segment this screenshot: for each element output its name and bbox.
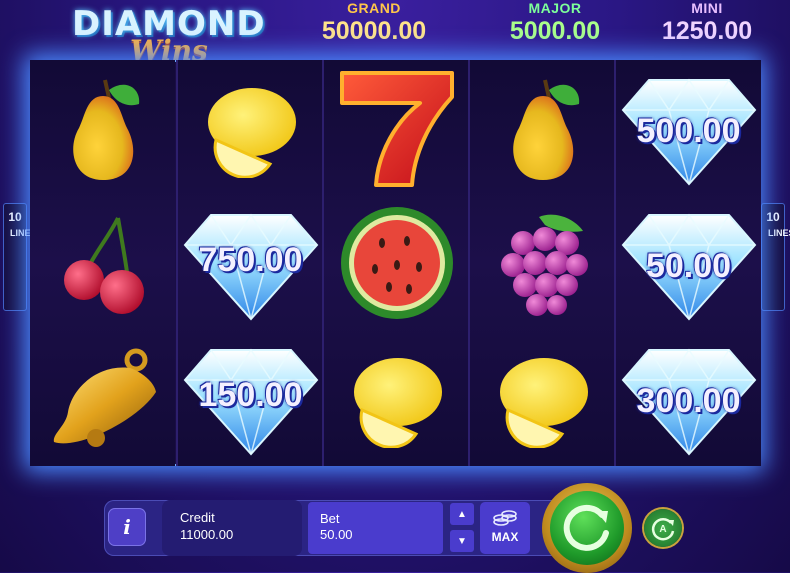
arrow-up-icon: ▲ xyxy=(457,508,467,520)
arrow-down-icon: ▼ xyxy=(457,535,467,547)
jackpot-mini-value: 1250.00 xyxy=(661,17,753,45)
autoplay-icon: A xyxy=(651,518,675,541)
reel-4 xyxy=(468,60,615,466)
reel-1 xyxy=(30,60,175,466)
reel-5: 500.00 50.00 300.00 xyxy=(614,60,761,466)
lines-word: LINES xyxy=(768,228,790,238)
jackpot-mini-label: MINI xyxy=(691,0,723,16)
cherries-icon xyxy=(30,195,175,330)
lines-count: 10 xyxy=(766,210,780,224)
seven-icon xyxy=(324,60,469,195)
diamond-icon: 150.00 xyxy=(178,330,323,465)
credit-value: 11000.00 xyxy=(180,527,234,542)
lines-count: 10 xyxy=(8,210,22,224)
coins-icon xyxy=(480,508,530,528)
jackpot-major-value: 5000.00 xyxy=(509,17,601,45)
svg-text:A: A xyxy=(659,524,666,535)
diamond-icon: 500.00 xyxy=(616,60,761,195)
game-logo: DIAMOND Wins xyxy=(72,4,272,67)
lines-indicator-right: 10 LINES xyxy=(761,203,790,311)
grapes-icon xyxy=(470,195,615,330)
bet-decrease-button[interactable]: ▼ xyxy=(450,530,474,552)
spin-button[interactable] xyxy=(542,483,632,573)
pear-icon xyxy=(470,60,615,195)
info-button[interactable]: i xyxy=(108,508,146,546)
diamond-icon: 300.00 xyxy=(616,330,761,465)
lines-word: LINES xyxy=(10,228,37,238)
lemon-icon xyxy=(470,330,615,465)
jackpot-grand-value: 50000.00 xyxy=(321,17,427,45)
bet-label: Bet xyxy=(320,511,340,526)
pear-icon xyxy=(30,60,175,195)
diamond-value: 150.00 xyxy=(198,376,303,414)
max-bet-button[interactable]: MAX xyxy=(480,502,530,554)
jackpot-grand: GRAND 50000.00 xyxy=(299,0,449,46)
diamond-value: 750.00 xyxy=(198,241,303,279)
spin-arrow-icon xyxy=(563,504,609,551)
reel-3 xyxy=(322,60,469,466)
diamond-value: 50.00 xyxy=(645,247,732,285)
diamond-icon: 50.00 xyxy=(616,195,761,330)
watermelon-icon xyxy=(324,195,469,330)
bell-icon xyxy=(30,330,175,465)
lemon-icon xyxy=(178,60,323,195)
diamond-icon: 750.00 xyxy=(178,195,323,330)
jackpot-major: MAJOR 5000.00 xyxy=(480,0,630,46)
lemon-icon xyxy=(324,330,469,465)
jackpot-mini: MINI 1250.00 xyxy=(632,0,782,46)
lines-indicator-left: 10 LINES xyxy=(3,203,37,311)
credit-label: Credit xyxy=(180,510,215,525)
credit-display: Credit 11000.00 xyxy=(162,500,302,556)
bet-increase-button[interactable]: ▲ xyxy=(450,503,474,525)
jackpot-grand-label: GRAND xyxy=(347,0,401,16)
diamond-value: 300.00 xyxy=(636,382,741,420)
max-bet-label: MAX xyxy=(491,530,519,544)
bet-display: Bet 50.00 xyxy=(308,502,443,554)
bet-value: 50.00 xyxy=(320,527,353,542)
diamond-value: 500.00 xyxy=(636,112,741,150)
jackpot-major-label: MAJOR xyxy=(528,0,582,16)
reel-2: 750.00 150.00 xyxy=(176,60,323,466)
autoplay-button[interactable]: A xyxy=(644,509,682,547)
reel-area: 750.00 150.00 500.00 50.00 300.00 xyxy=(30,60,761,466)
